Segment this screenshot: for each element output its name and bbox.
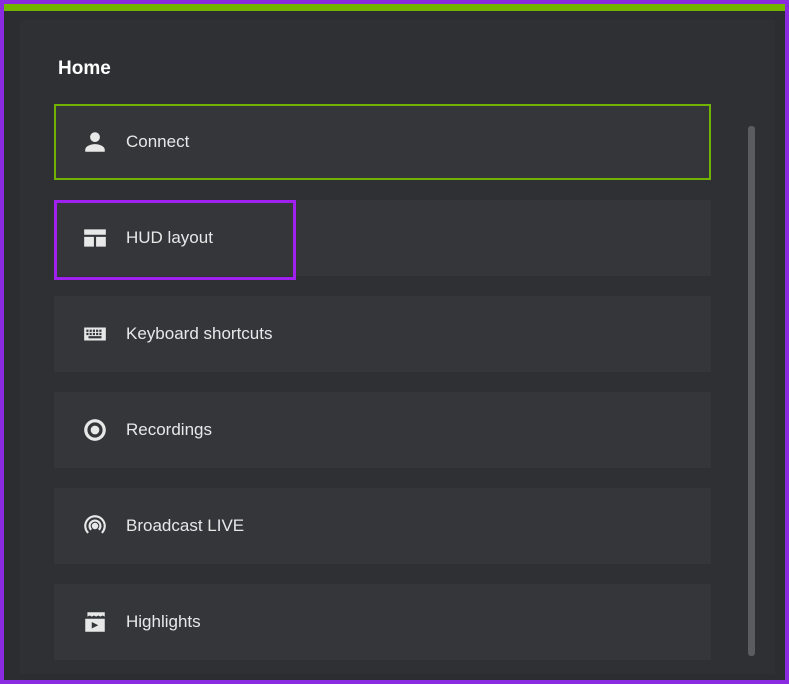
menu-item-broadcast-live[interactable]: Broadcast LIVE: [54, 488, 711, 564]
menu-item-label: HUD layout: [126, 228, 213, 248]
person-icon: [82, 129, 108, 155]
menu-item-label: Highlights: [126, 612, 201, 632]
menu-item-hud-layout[interactable]: HUD layout: [54, 200, 711, 276]
keyboard-icon: [82, 321, 108, 347]
scrollbar[interactable]: [748, 126, 755, 656]
broadcast-icon: [82, 513, 108, 539]
menu-item-keyboard-shortcuts[interactable]: Keyboard shortcuts: [54, 296, 711, 372]
menu-item-label: Recordings: [126, 420, 212, 440]
menu-item-label: Connect: [126, 132, 189, 152]
menu-item-highlights[interactable]: Highlights: [54, 584, 711, 660]
menu-item-label: Broadcast LIVE: [126, 516, 244, 536]
top-accent-bar: [4, 4, 785, 11]
menu-list: Connect HUD layout Keyboard shortcuts Re…: [54, 104, 741, 660]
record-icon: [82, 417, 108, 443]
page-title: Home: [54, 58, 741, 80]
layout-icon: [82, 225, 108, 251]
menu-item-label: Keyboard shortcuts: [126, 324, 272, 344]
menu-item-recordings[interactable]: Recordings: [54, 392, 711, 468]
home-panel: Home Connect HUD layout Keyboard shortcu…: [20, 20, 775, 674]
highlights-icon: [82, 609, 108, 635]
menu-item-connect[interactable]: Connect: [54, 104, 711, 180]
